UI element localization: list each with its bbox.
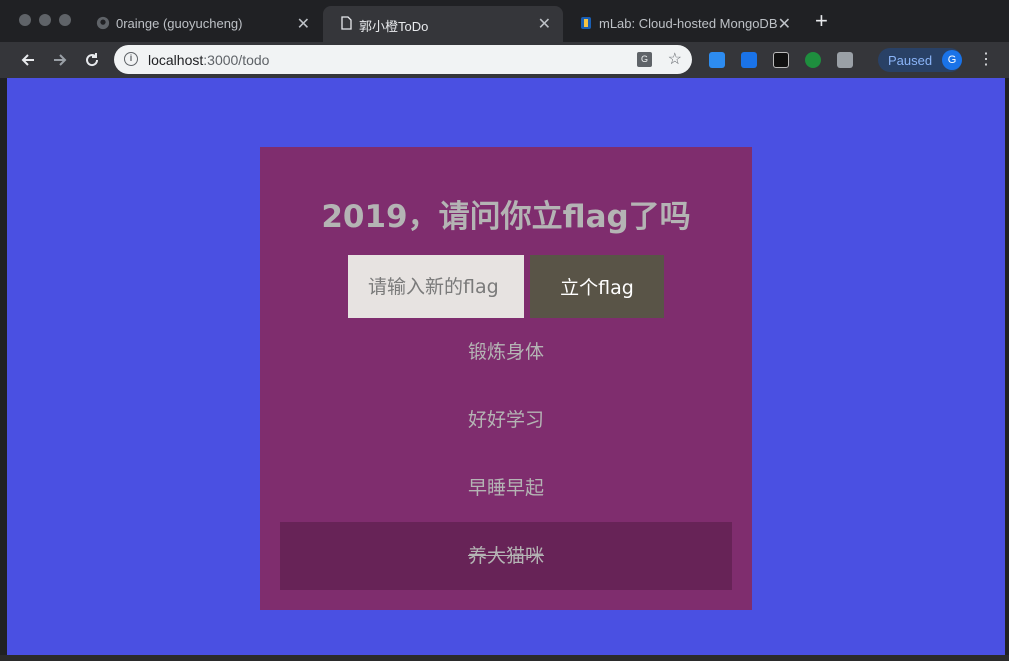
- profile-button[interactable]: Paused G: [878, 48, 962, 72]
- mlab-icon: [581, 17, 591, 29]
- profile-status: Paused: [888, 53, 933, 68]
- translate-icon[interactable]: G: [637, 52, 652, 67]
- page-viewport: 2019，请问你立flag了吗 立个flag 锻炼身体 好好学习 早睡早起 养大…: [7, 78, 1005, 655]
- close-tab-icon[interactable]: ✕: [538, 14, 551, 34]
- todo-item-done[interactable]: 养大猫咪: [280, 522, 732, 590]
- window-close-button[interactable]: [19, 14, 31, 26]
- window-bottom-edge: [0, 655, 1009, 661]
- extension-hexagon-icon[interactable]: [837, 52, 853, 68]
- tab-github[interactable]: 0rainge (guoyucheng) ✕: [80, 6, 322, 42]
- document-icon: [341, 16, 352, 30]
- site-info-icon[interactable]: i: [124, 52, 138, 66]
- tab-strip: 0rainge (guoyucheng) ✕ 郭小橙ToDo ✕ mLab: C…: [0, 0, 1009, 42]
- window-zoom-button[interactable]: [59, 14, 71, 26]
- page-title: 2019，请问你立flag了吗: [321, 199, 691, 235]
- url-text[interactable]: localhost:3000/todo: [148, 52, 269, 68]
- menu-icon[interactable]: ⋮: [978, 49, 994, 69]
- tab-title: mLab: Cloud-hosted MongoDB: [599, 16, 778, 31]
- add-flag-button[interactable]: 立个flag: [530, 255, 664, 318]
- extension-play-icon[interactable]: [805, 52, 821, 68]
- reload-icon[interactable]: [81, 49, 103, 71]
- tab-todo[interactable]: 郭小橙ToDo ✕: [323, 6, 563, 42]
- tab-title: 0rainge (guoyucheng): [116, 16, 243, 31]
- browser-chrome: 0rainge (guoyucheng) ✕ 郭小橙ToDo ✕ mLab: C…: [0, 0, 1009, 78]
- todo-item[interactable]: 早睡早起: [280, 454, 732, 522]
- tab-title: 郭小橙ToDo: [359, 19, 429, 34]
- github-icon: [96, 16, 110, 30]
- back-icon[interactable]: [17, 49, 39, 71]
- new-tab-button[interactable]: +: [815, 10, 828, 32]
- todo-item[interactable]: 锻炼身体: [280, 318, 732, 386]
- address-bar[interactable]: i localhost:3000/todo G ☆: [114, 45, 692, 74]
- window-minimize-button[interactable]: [39, 14, 51, 26]
- todo-card: 2019，请问你立flag了吗 立个flag 锻炼身体 好好学习 早睡早起 养大…: [260, 147, 752, 610]
- browser-toolbar: i localhost:3000/todo G ☆ Paused G ⋮: [0, 42, 1009, 78]
- avatar: G: [942, 50, 962, 70]
- extension-bird-icon[interactable]: [709, 52, 725, 68]
- todo-item[interactable]: 好好学习: [280, 386, 732, 454]
- close-tab-icon[interactable]: ✕: [297, 14, 310, 34]
- close-tab-icon[interactable]: ✕: [778, 14, 791, 34]
- forward-icon[interactable]: [49, 49, 71, 71]
- extension-pen-icon[interactable]: [741, 52, 757, 68]
- tab-mlab[interactable]: mLab: Cloud-hosted MongoDB ✕: [563, 6, 803, 42]
- bookmark-star-icon[interactable]: ☆: [668, 49, 682, 69]
- extension-glasses-icon[interactable]: [773, 52, 789, 68]
- new-flag-input[interactable]: [348, 255, 524, 318]
